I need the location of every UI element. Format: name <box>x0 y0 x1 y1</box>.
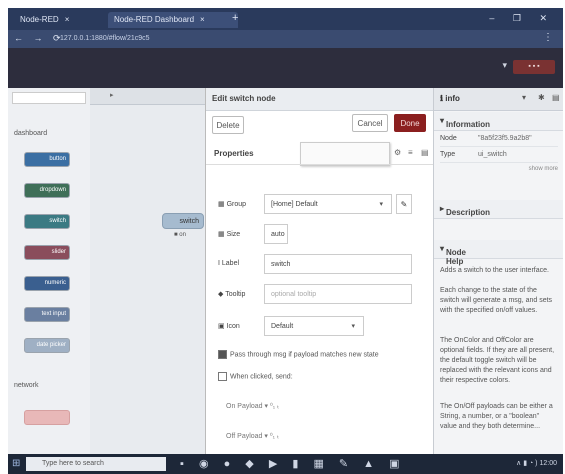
dialog-title: Edit switch node <box>212 94 276 103</box>
palette-node-text-input[interactable]: text input <box>24 307 70 322</box>
properties-label: Properties <box>214 149 254 158</box>
tab-2-label: Node-RED Dashboard <box>114 15 195 24</box>
palette-node-dropdown[interactable]: dropdown <box>24 183 70 198</box>
edit-group-button[interactable]: ✎ <box>396 194 412 214</box>
properties-header: Properties ⚙ ≡ ▤ <box>206 144 434 165</box>
info-sidebar: ℹ info ▾ ✱ ▤ ▾ Information Node "8a5f23f5… <box>433 88 563 454</box>
url-field[interactable]: 127.0.0.1:1880/#flow/21c9c5 <box>60 33 440 45</box>
on-payload-row[interactable]: On Payload ▾ ⁰₁ ₜ <box>226 402 279 410</box>
palette-node-numeric[interactable]: numeric <box>24 276 70 291</box>
tooltip-label: ◆ Tooltip <box>218 291 246 298</box>
taskbar-app-icons[interactable]: ▪ ◉ ● ◆ ▶ ▮ ▦ ✎ ▲ ▣ <box>180 457 406 470</box>
nav-buttons[interactable]: ← → ⟳ <box>14 33 65 44</box>
label-row: I Label switch <box>214 254 426 276</box>
browser-tab-2[interactable]: Node-RED Dashboard × <box>108 12 238 28</box>
palette-node-button[interactable]: button <box>24 152 70 167</box>
done-button[interactable]: Done <box>394 114 426 132</box>
flow-tab[interactable]: ▸ <box>90 88 205 105</box>
info-node-row: Node "8a5f23f5.9a2b8" <box>440 132 558 147</box>
deploy-button[interactable]: ▪ ▪ ▪ <box>513 60 555 74</box>
info-type-row: Type ui_switch <box>440 148 558 163</box>
switch-node[interactable]: switch <box>162 213 204 229</box>
palette-node-switch[interactable]: switch <box>24 214 70 229</box>
description-icon[interactable]: ≡ <box>408 148 413 157</box>
node-status: ■ on <box>174 232 186 238</box>
browser-tab-1[interactable]: Node-RED × <box>14 12 116 28</box>
tab-info[interactable]: ℹ info <box>440 94 460 103</box>
chevron-down-icon: ▾ <box>351 323 355 330</box>
sidebar-tab-icon[interactable]: ▾ <box>522 93 526 102</box>
close-icon[interactable]: × <box>65 15 70 24</box>
os-taskbar: ⊞ Type here to search ▪ ◉ ● ◆ ▶ ▮ ▦ ✎ ▲ … <box>8 454 563 474</box>
help-text-3: The OnColor and OffColor are optional fi… <box>440 337 555 384</box>
label-input[interactable]: switch <box>264 254 412 274</box>
sidebar-tabs: ℹ info ▾ ✱ ▤ <box>434 88 563 111</box>
system-tray: ∧ ▮ ◔ ) 12:00 <box>516 460 557 467</box>
deploy-dropdown-icon[interactable]: ▾ <box>502 60 507 71</box>
node-help-section[interactable]: ▾ Node Help <box>434 240 563 266</box>
palette-category[interactable]: dashboard <box>14 130 47 137</box>
palette-search-input[interactable] <box>12 92 86 104</box>
help-text-2: Each change to the state of the switch w… <box>440 287 553 314</box>
palette-node[interactable] <box>24 410 70 425</box>
help-text-4: The On/Off payloads can be either a Stri… <box>440 403 553 430</box>
tooltip-row: ◆ Tooltip optional tooltip <box>214 284 426 306</box>
address-bar: ← → ⟳ 127.0.0.1:1880/#flow/21c9c5 ⋮ <box>8 30 563 48</box>
start-icon[interactable]: ⊞ <box>12 458 22 470</box>
cancel-button[interactable]: Cancel <box>352 114 388 132</box>
dialog-title-bar: Edit switch node <box>206 88 434 111</box>
label-label: I Label <box>218 260 240 267</box>
size-button[interactable]: auto <box>264 224 288 244</box>
gear-icon[interactable]: ⚙ <box>394 148 401 157</box>
icon-select[interactable]: Default ▾ <box>264 316 364 336</box>
tooltip-input[interactable]: optional tooltip <box>264 284 412 304</box>
icon-label: ▣ Icon <box>218 323 240 330</box>
palette-category[interactable]: network <box>14 382 39 389</box>
flow-workspace[interactable]: ▸ switch ■ on <box>90 88 205 454</box>
chevron-down-icon: ▾ <box>379 201 383 208</box>
browser-menu-icon[interactable]: ⋮ <box>543 32 553 43</box>
description-section[interactable]: ▸ Description <box>434 200 563 219</box>
debug-icon[interactable]: ✱ <box>538 93 545 102</box>
group-row: ▦ Group [Home] Default ▾ ✎ <box>214 194 426 216</box>
browser-titlebar: Node-RED × Node-RED Dashboard × + – ❐ ✕ <box>8 8 563 30</box>
close-icon[interactable]: × <box>200 15 205 24</box>
passthrough-checkbox[interactable]: Pass through msg if payload matches new … <box>218 350 379 359</box>
off-payload-row[interactable]: Off Payload ▾ ⁰₁ ₜ <box>226 432 279 440</box>
screen-photo: Node-RED × Node-RED Dashboard × + – ❐ ✕ ← … <box>8 8 563 474</box>
group-select[interactable]: [Home] Default ▾ <box>264 194 392 214</box>
appearance-icon[interactable]: ▤ <box>421 148 429 157</box>
edit-node-dialog: Edit switch node Delete Cancel Done Prop… <box>205 88 434 454</box>
size-label: ▦ Size <box>218 231 241 238</box>
help-text-1: Adds a switch to the user interface. <box>440 267 549 274</box>
information-section[interactable]: ▾ Information <box>434 112 563 131</box>
dashboard-icon[interactable]: ▤ <box>552 93 560 102</box>
group-label: ▦ Group <box>218 201 247 208</box>
icon-row: ▣ Icon Default ▾ <box>214 316 426 338</box>
palette-node-date-picker[interactable]: date picker <box>24 338 70 353</box>
palette-node-slider[interactable]: slider <box>24 245 70 260</box>
size-row: ▦ Size auto <box>214 224 426 246</box>
show-more-link[interactable]: show more <box>529 166 558 172</box>
node-palette: dashboard button dropdown switch slider nume… <box>8 88 91 454</box>
new-tab-icon[interactable]: + <box>232 12 238 24</box>
taskbar-search[interactable]: Type here to search <box>26 457 166 471</box>
app-header: ▾ ▪ ▪ ▪ <box>8 48 563 88</box>
window-controls[interactable]: – ❐ ✕ <box>489 13 555 24</box>
send-label: When clicked, send: <box>218 372 293 381</box>
tab-1-label: Node-RED <box>20 15 59 24</box>
delete-button[interactable]: Delete <box>212 116 244 134</box>
